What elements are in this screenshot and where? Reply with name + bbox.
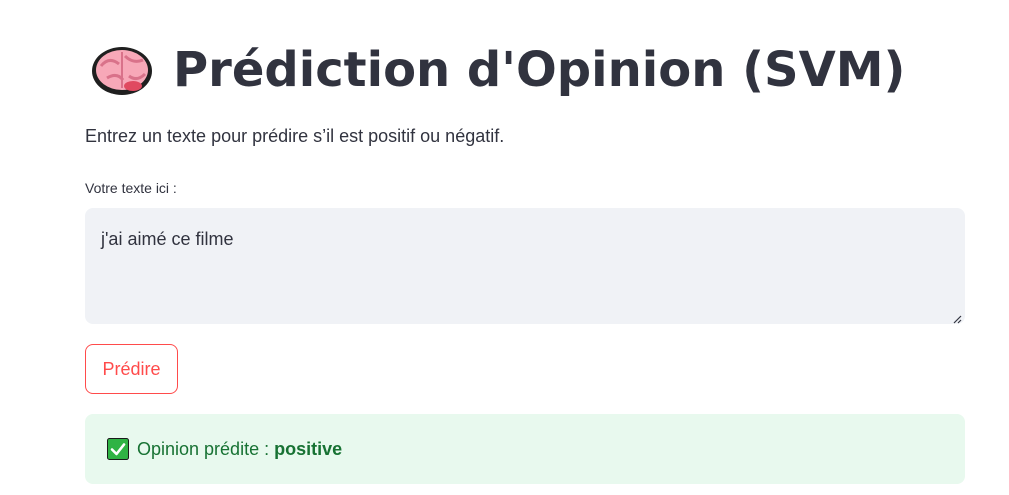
brain-icon <box>89 42 155 98</box>
text-input-label: Votre texte ici : <box>85 180 177 196</box>
title-row: Prédiction d'Opinion (SVM) <box>89 36 905 104</box>
result-value: positive <box>274 438 343 459</box>
result-content: Opinion prédite : positive <box>107 438 342 460</box>
resize-handle-icon[interactable] <box>952 311 962 324</box>
text-input-value: j'ai aimé ce filme <box>101 229 234 249</box>
intro-text: Entrez un texte pour prédire s’il est po… <box>85 126 505 146</box>
result-label: Opinion prédite : <box>137 438 270 459</box>
text-input-area[interactable]: j'ai aimé ce filme <box>85 208 965 324</box>
check-mark-icon <box>107 438 129 460</box>
predict-button[interactable]: Prédire <box>85 344 178 394</box>
page-title: Prédiction d'Opinion (SVM) <box>173 42 906 98</box>
result-alert: Opinion prédite : positive <box>85 414 965 484</box>
